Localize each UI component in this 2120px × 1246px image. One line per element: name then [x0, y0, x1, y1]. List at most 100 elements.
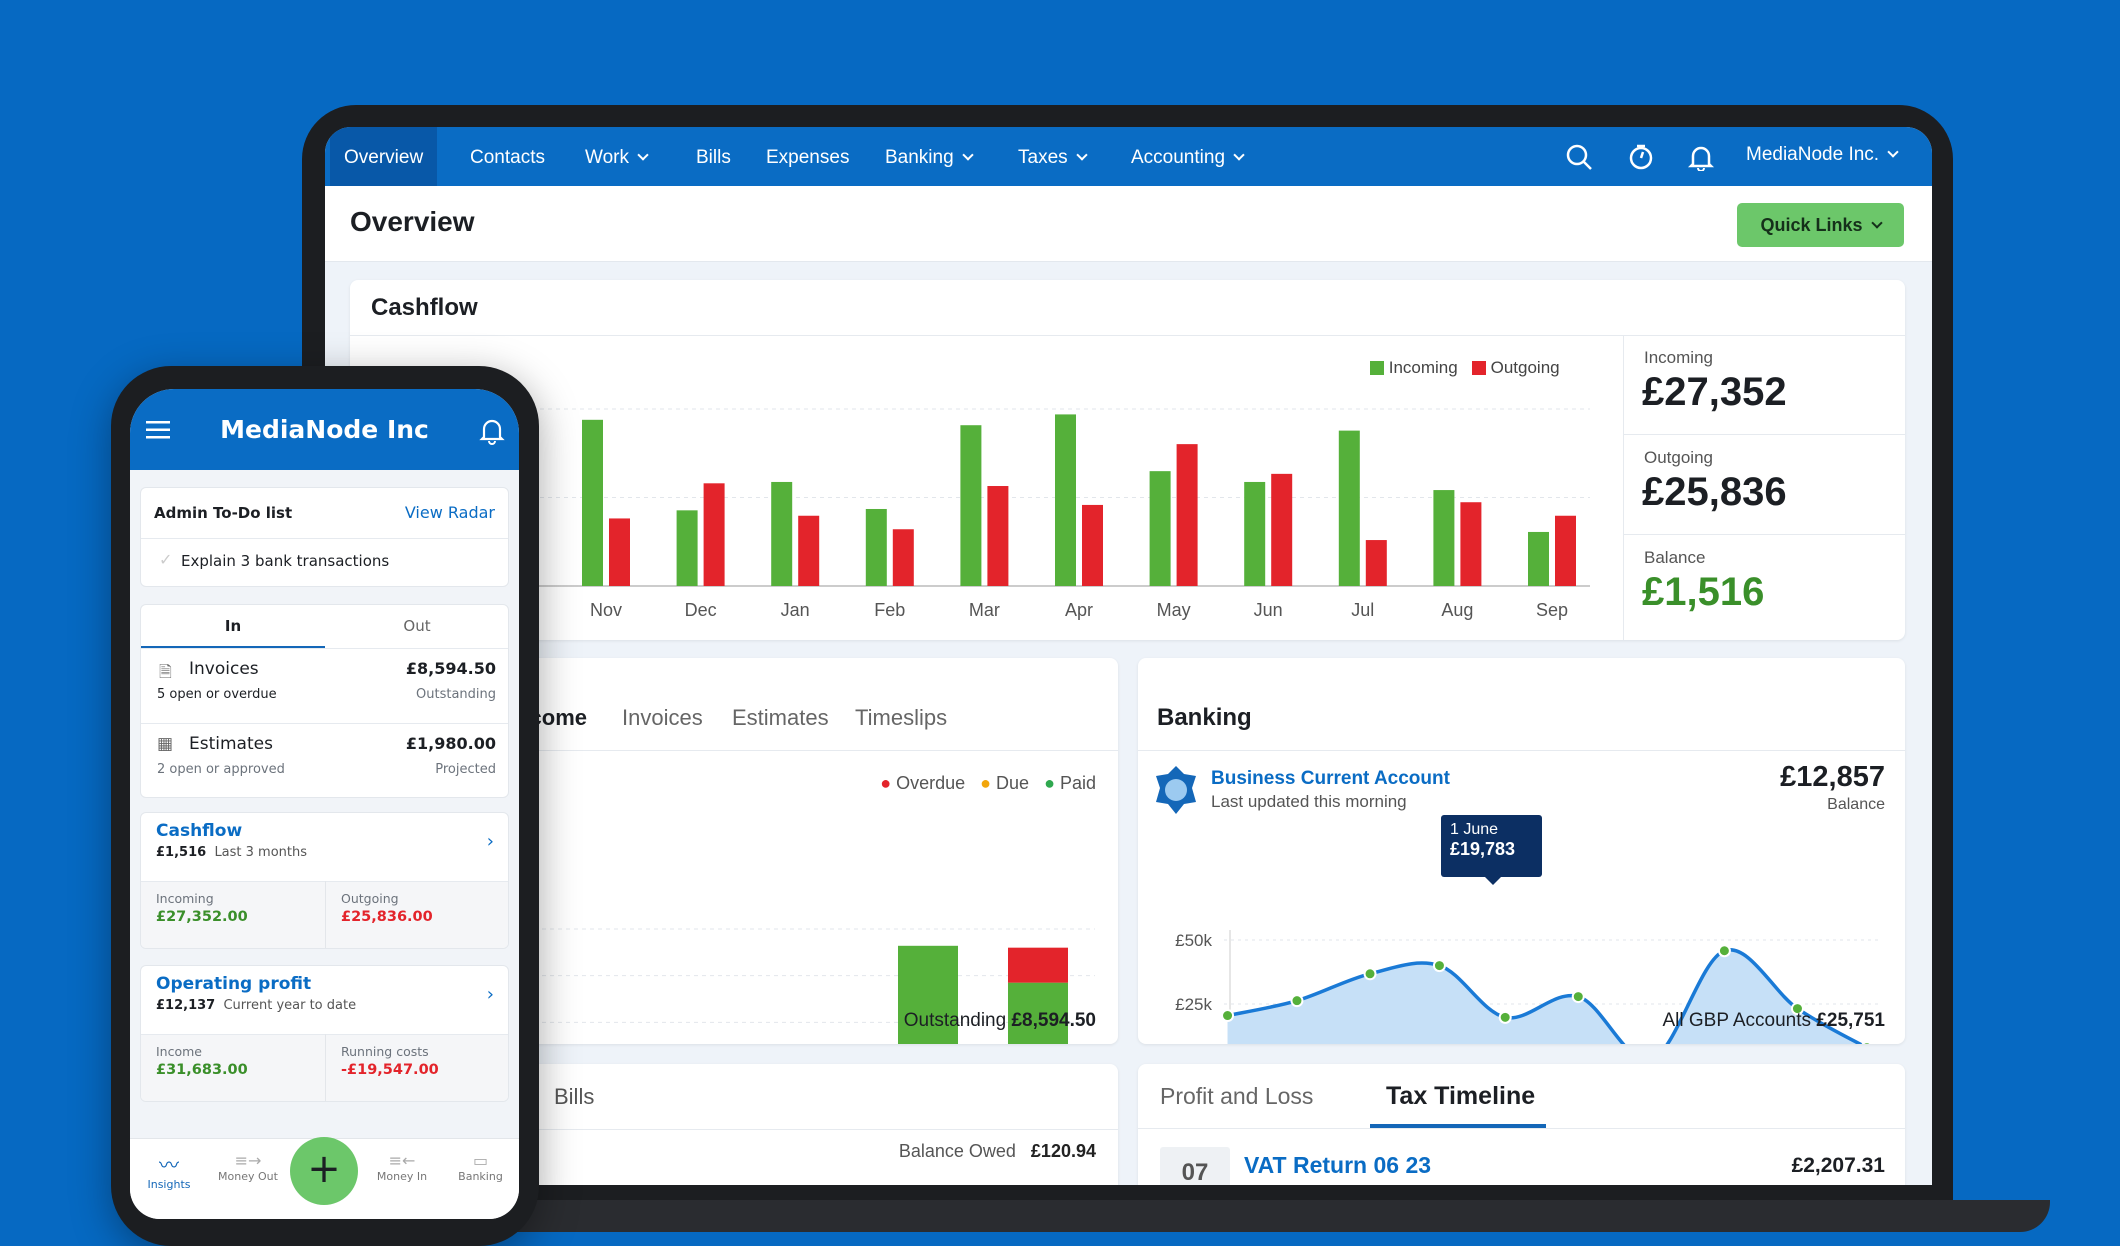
quick-links-button[interactable]: Quick Links — [1737, 203, 1904, 247]
tab-profit-and-loss[interactable]: Profit and Loss — [1160, 1083, 1313, 1110]
stat-balance-value: £1,516 — [1642, 570, 1765, 614]
nav-money-out[interactable]: ≡→ Money Out — [208, 1139, 288, 1219]
bell-icon[interactable] — [1687, 143, 1715, 171]
balance-owed-label: Balance Owed — [898, 1141, 1016, 1161]
bar-outgoing — [798, 515, 820, 586]
outgoing-value: £25,836.00 — [341, 909, 433, 925]
company-switcher[interactable]: MediaNode Inc. — [1746, 127, 1899, 183]
nav-banking[interactable]: ▭ Banking — [442, 1139, 519, 1219]
nav-money-in[interactable]: ≡← Money In — [362, 1139, 442, 1219]
bar-incoming — [1244, 481, 1266, 586]
phone-frame: MediaNode Inc Admin To-Do list View Rada… — [111, 366, 539, 1246]
nav-taxes[interactable]: Taxes — [1004, 127, 1100, 186]
bar-incoming — [1338, 430, 1360, 586]
data-point — [1717, 944, 1731, 958]
document-icon: 🗎 — [159, 662, 172, 681]
incoming-value: £27,352.00 — [156, 909, 248, 925]
income-value: £31,683.00 — [156, 1062, 248, 1078]
tab-tax-timeline[interactable]: Tax Timeline — [1386, 1082, 1535, 1111]
chevron-down-icon — [1887, 146, 1899, 158]
chevron-right-icon: › — [486, 984, 494, 1005]
nav-label: Taxes — [1018, 147, 1068, 168]
bar-outgoing — [1082, 504, 1103, 586]
tab-out[interactable]: Out — [325, 617, 508, 635]
tooltip-value: £19,783 — [1450, 839, 1516, 859]
bar-outgoing — [1271, 473, 1293, 586]
cashflow-stats: Incoming £27,352 Outgoing £25,836 Balanc… — [1624, 336, 1905, 640]
nav-contacts[interactable]: Contacts — [456, 127, 559, 186]
nav-label: Bills — [696, 147, 731, 168]
outstanding-value: £8,594.50 — [1011, 1010, 1096, 1031]
nav-expenses[interactable]: Expenses — [752, 127, 863, 186]
bar-incoming — [1528, 531, 1549, 586]
view-radar-link[interactable]: View Radar — [405, 503, 495, 522]
profit-title: Operating profit — [156, 974, 312, 994]
bell-icon[interactable] — [479, 417, 505, 445]
nav-label: Money Out — [218, 1170, 278, 1183]
cashflow-summary: £1,516 Last 3 months — [156, 845, 307, 860]
outstanding-total: Outstanding £8,594.50 — [904, 1010, 1096, 1032]
outstanding-label: Outstanding — [903, 1010, 1007, 1031]
tab-in[interactable]: In — [141, 617, 325, 635]
phone-cashflow-card[interactable]: Cashflow £1,516 Last 3 months › Incoming… — [140, 812, 509, 949]
phone-header: MediaNode Inc — [130, 389, 519, 470]
nav-label: Work — [585, 147, 629, 168]
row-title: Estimates — [189, 734, 273, 754]
bar-outgoing — [609, 518, 630, 586]
data-point — [1571, 990, 1585, 1004]
running-costs-label: Running costs — [341, 1044, 429, 1059]
bar-incoming — [676, 510, 698, 586]
check-icon[interactable]: ✓ — [159, 550, 172, 569]
x-tick-label: Nov — [590, 600, 622, 620]
search-icon[interactable] — [1565, 143, 1593, 171]
all-accounts-total: All GBP Accounts £25,751 — [1662, 1010, 1885, 1032]
nav-label: Insights — [147, 1178, 191, 1191]
in-out-card: In Out 🗎 Invoices 5 open or overdue £8,5… — [140, 604, 509, 798]
bar-incoming — [1149, 471, 1171, 586]
nav-label: Banking — [458, 1170, 503, 1183]
stat-incoming-label: Incoming — [1644, 348, 1713, 367]
vat-return-link[interactable]: VAT Return 06 23 — [1244, 1152, 1431, 1179]
nav-overview[interactable]: Overview — [330, 127, 438, 186]
banking-card: Banking Business Current Account Last up… — [1138, 658, 1905, 1044]
bar-incoming — [1433, 490, 1455, 586]
nav-accounting[interactable]: Accounting — [1117, 127, 1257, 186]
tooltip-date: 1 June — [1450, 821, 1499, 838]
chevron-down-icon — [962, 149, 974, 161]
operating-profit-card[interactable]: Operating profit £12,137 Current year to… — [140, 965, 509, 1102]
data-point — [1290, 994, 1304, 1008]
estimates-row[interactable]: ▦ Estimates 2 open or approved £1,980.00… — [141, 724, 508, 797]
bar-outgoing — [1176, 444, 1198, 586]
y-tick-label: £50k — [1175, 931, 1212, 950]
nav-label: Money In — [376, 1170, 428, 1183]
laptop-base — [470, 1200, 2050, 1232]
quick-links-label: Quick Links — [1760, 215, 1863, 235]
bar-outgoing — [1555, 515, 1576, 586]
vat-return-amount: £2,207.31 — [1791, 1154, 1885, 1177]
nav-banking[interactable]: Banking — [871, 127, 986, 186]
timer-icon[interactable] — [1627, 143, 1655, 171]
bar-outgoing — [1365, 540, 1387, 586]
bar-incoming — [771, 481, 793, 586]
nav-bills[interactable]: Bills — [682, 127, 745, 186]
x-tick-label: Mar — [969, 600, 1000, 620]
row-amount: £1,980.00 — [405, 734, 496, 753]
todo-item: Explain 3 bank transactions — [181, 552, 390, 570]
chevron-down-icon — [1870, 217, 1883, 229]
bar-outgoing — [703, 483, 725, 586]
insights-icon: 〰 — [159, 1153, 179, 1177]
nav-insights[interactable]: 〰 Insights — [130, 1139, 208, 1219]
x-tick-label: Dec — [685, 600, 717, 620]
row-sub: 2 open or approved — [157, 762, 285, 777]
profit-period: Current year to date — [223, 998, 357, 1013]
all-accounts-value: £25,751 — [1816, 1010, 1885, 1031]
invoices-row[interactable]: 🗎 Invoices 5 open or overdue £8,594.50 O… — [141, 649, 508, 724]
add-button[interactable]: + — [290, 1137, 358, 1205]
chevron-down-icon — [1233, 149, 1245, 161]
money-out-icon: ≡→ — [234, 1151, 262, 1170]
nav-label: Accounting — [1131, 147, 1226, 168]
stat-incoming-value: £27,352 — [1642, 370, 1787, 414]
nav-work[interactable]: Work — [571, 127, 661, 186]
data-point — [1498, 1010, 1512, 1024]
data-point — [1432, 959, 1446, 973]
